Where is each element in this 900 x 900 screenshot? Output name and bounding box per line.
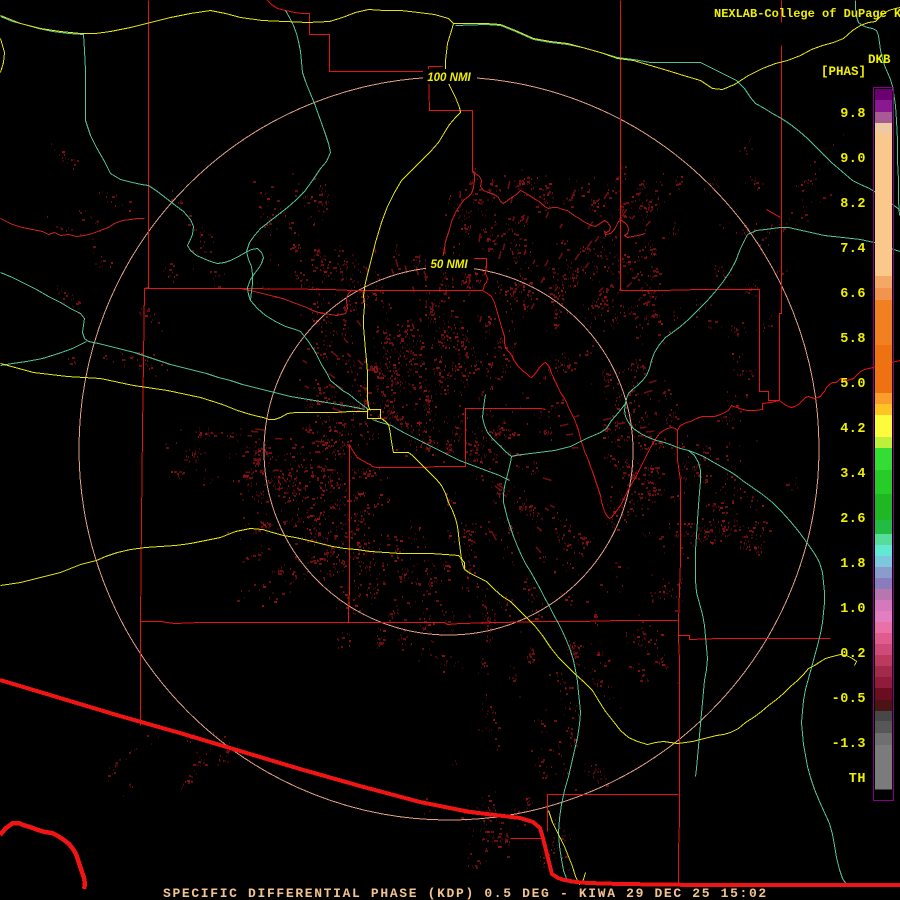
svg-text:7.4: 7.4 (840, 242, 866, 257)
svg-text:NEXLAB-College of DuPage K: NEXLAB-College of DuPage K (714, 7, 900, 21)
svg-text:6.6: 6.6 (840, 287, 866, 302)
svg-text:8.2: 8.2 (840, 197, 866, 212)
svg-text:50 NMI: 50 NMI (430, 259, 468, 271)
svg-text:4.2: 4.2 (840, 422, 866, 437)
svg-text:TH: TH (849, 772, 866, 787)
svg-text:-0.5: -0.5 (832, 692, 866, 707)
svg-text:9.8: 9.8 (840, 107, 866, 122)
svg-text:5.8: 5.8 (840, 332, 866, 347)
svg-text:SPECIFIC DIFFERENTIAL PHASE (K: SPECIFIC DIFFERENTIAL PHASE (KDP) 0.5 DE… (163, 886, 768, 900)
svg-text:-1.3: -1.3 (832, 737, 866, 752)
svg-text:3.4: 3.4 (840, 467, 866, 482)
svg-text:100 NMI: 100 NMI (427, 72, 471, 84)
svg-text:0.2: 0.2 (840, 647, 866, 662)
svg-text:2.6: 2.6 (840, 512, 866, 527)
svg-text:9.0: 9.0 (840, 152, 866, 167)
svg-text:1.0: 1.0 (840, 602, 866, 617)
svg-text:5.0: 5.0 (840, 377, 866, 392)
svg-text:[PHAS]: [PHAS] (821, 65, 866, 79)
svg-text:1.8: 1.8 (840, 557, 866, 572)
svg-text:DKB: DKB (868, 53, 891, 67)
